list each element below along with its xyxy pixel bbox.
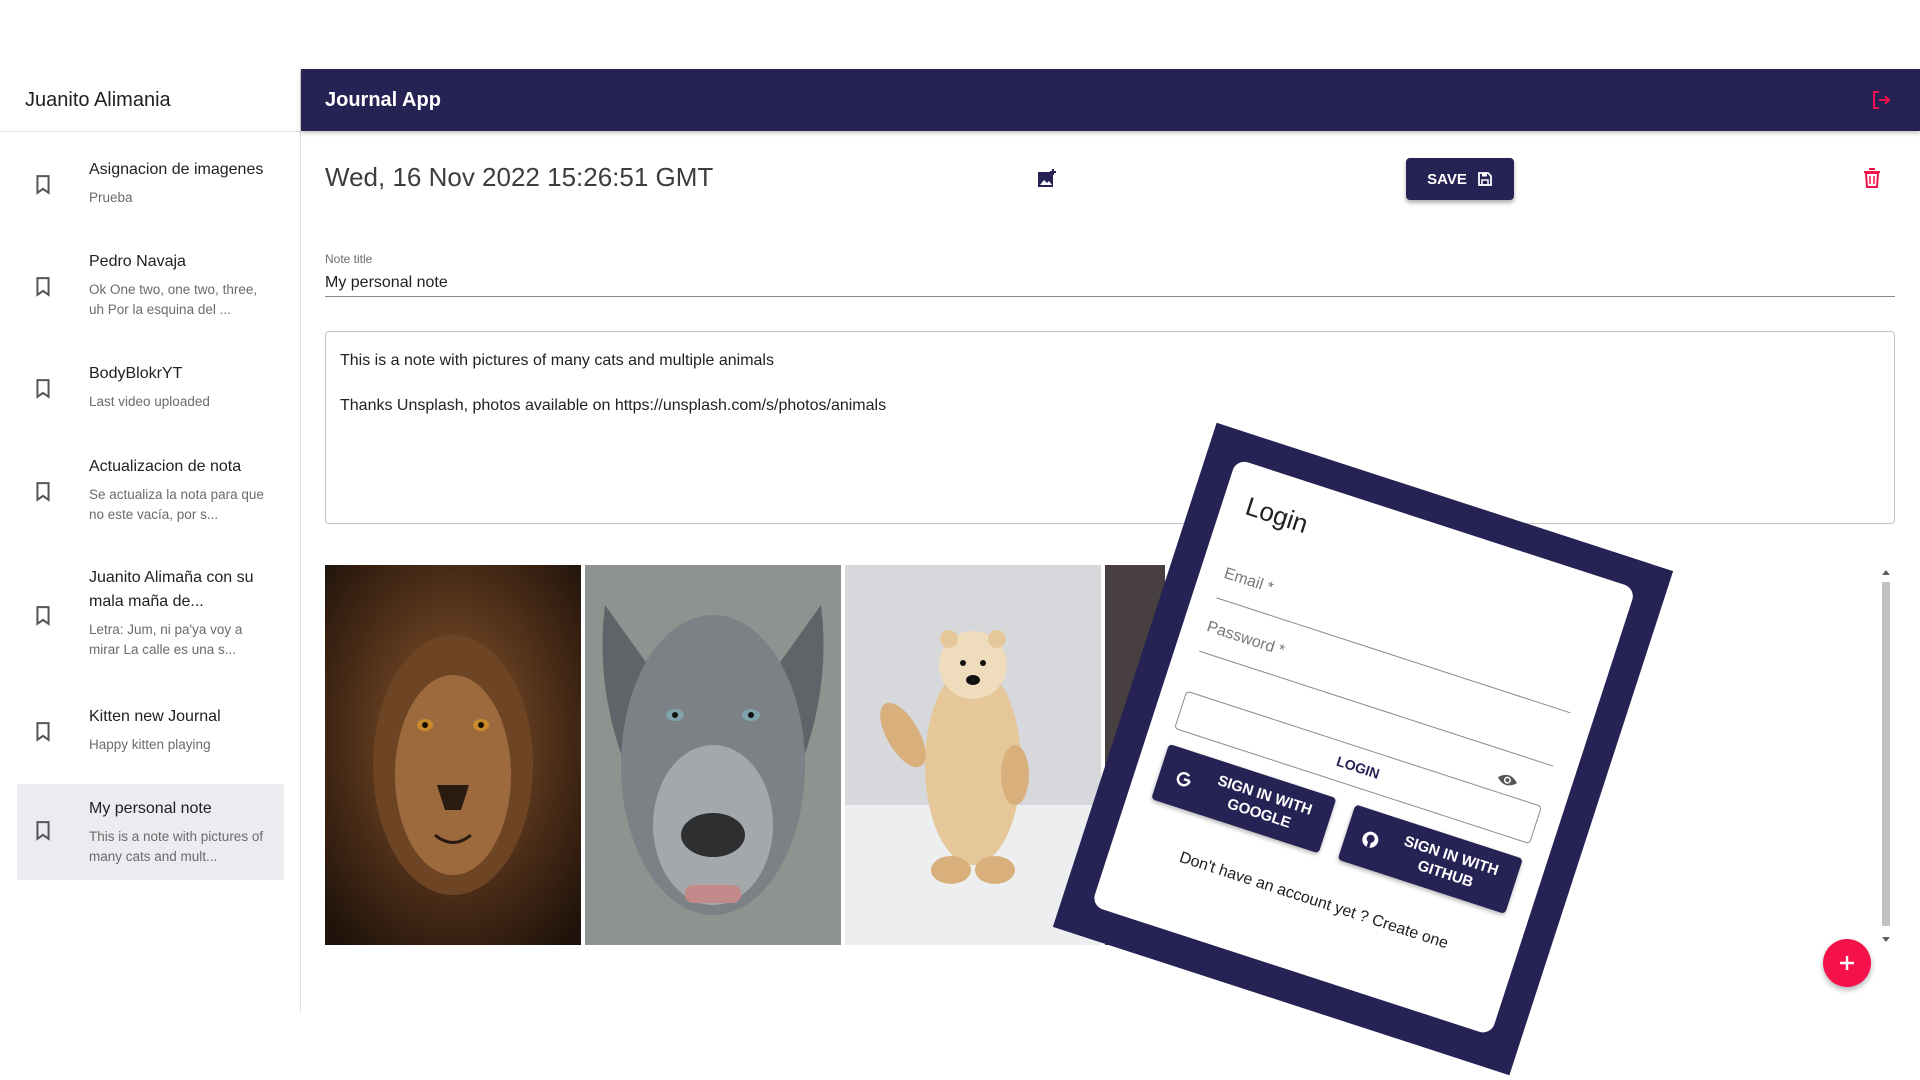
eye-icon[interactable] xyxy=(1495,769,1521,791)
bookmark-icon xyxy=(36,606,50,626)
save-icon xyxy=(1477,172,1492,186)
scrollbar-thumb[interactable] xyxy=(1882,582,1890,926)
plus-icon xyxy=(1840,956,1854,970)
email-label: Email * xyxy=(1221,565,1276,597)
note-body-line: Thanks Unsplash, photos available on htt… xyxy=(340,397,887,414)
journal-entry[interactable]: Asignacion de imagenes Prueba xyxy=(17,158,284,236)
note-title-label: Note title xyxy=(325,252,373,266)
journal-entry[interactable]: Actualizacion de nota Se actualiza la no… xyxy=(17,455,284,547)
note-title-input[interactable] xyxy=(325,270,1895,297)
bookmark-icon xyxy=(36,277,50,297)
gallery-image-lion xyxy=(325,565,581,945)
note-body-textarea[interactable]: This is a note with pictures of many cat… xyxy=(325,331,1895,524)
upload-image-icon[interactable] xyxy=(1036,168,1058,190)
entry-body: Last video uploaded xyxy=(89,394,210,409)
gallery-image-dog xyxy=(585,565,841,945)
note-body-line: This is a note with pictures of many cat… xyxy=(340,352,774,369)
entry-title: My personal note xyxy=(89,800,212,817)
bookmark-icon xyxy=(36,175,50,195)
google-button-label: SIGN IN WITH GOOGLE xyxy=(1215,772,1315,832)
app-bar: Journal App xyxy=(301,69,1920,131)
github-icon xyxy=(1362,831,1379,848)
user-name: Juanito Alimania xyxy=(0,69,300,132)
entry-body: Prueba xyxy=(89,190,133,205)
sidebar: Juanito Alimania Asignacion de imagenes … xyxy=(0,69,301,1012)
entry-title: Pedro Navaja xyxy=(89,253,186,270)
journal-entry[interactable]: Pedro Navaja Ok One two, one two, three,… xyxy=(17,250,284,342)
gallery-image-polar-bear xyxy=(845,565,1101,945)
entry-body: Se actualiza la nota para que no este va… xyxy=(89,487,264,522)
journal-entry[interactable]: Juanito Alimaña con su mala maña de... L… xyxy=(17,566,284,684)
login-button-label: LOGIN xyxy=(1334,752,1382,782)
bookmark-icon xyxy=(36,482,50,502)
entry-body: Letra: Jum, ni pa'ya voy a mirar La call… xyxy=(89,622,243,657)
scroll-down-icon[interactable] xyxy=(1879,934,1893,946)
bookmark-icon xyxy=(36,722,50,742)
journal-entry[interactable]: Kitten new Journal Happy kitten playing xyxy=(17,705,284,783)
bookmark-icon xyxy=(36,379,50,399)
entry-body: Ok One two, one two, three, uh Por la es… xyxy=(89,282,258,317)
bookmark-icon xyxy=(36,821,50,841)
scroll-up-icon[interactable] xyxy=(1879,566,1893,578)
entry-title: Kitten new Journal xyxy=(89,708,221,725)
entry-body: This is a note with pictures of many cat… xyxy=(89,829,264,864)
journal-entry[interactable]: BodyBlokrYT Last video uploaded xyxy=(17,362,284,440)
gallery-scrollbar[interactable] xyxy=(1879,566,1893,946)
entry-title: Actualizacion de nota xyxy=(89,458,242,475)
entry-title: Juanito Alimaña con su mala maña de... xyxy=(89,569,254,610)
logout-icon[interactable] xyxy=(1870,89,1892,111)
login-title: Login xyxy=(1242,490,1312,540)
github-button-label: SIGN IN WITH GITHUB xyxy=(1401,832,1501,892)
password-label: Password * xyxy=(1204,618,1287,660)
app-title: Journal App xyxy=(325,88,441,111)
login-card: Login Email * Password * LOGIN SIGN IN W… xyxy=(1091,458,1636,1036)
entry-title: BodyBlokrYT xyxy=(89,365,183,382)
entry-body: Happy kitten playing xyxy=(89,737,211,752)
save-label: SAVE xyxy=(1427,170,1467,188)
save-button[interactable]: SAVE xyxy=(1406,158,1514,200)
google-icon xyxy=(1176,772,1191,787)
entry-title: Asignacion de imagenes xyxy=(89,161,264,178)
note-date: Wed, 16 Nov 2022 15:26:51 GMT xyxy=(325,162,714,192)
add-note-button[interactable] xyxy=(1823,939,1871,987)
journal-entry-selected[interactable]: My personal note This is a note with pic… xyxy=(17,784,284,880)
delete-icon[interactable] xyxy=(1862,167,1882,189)
